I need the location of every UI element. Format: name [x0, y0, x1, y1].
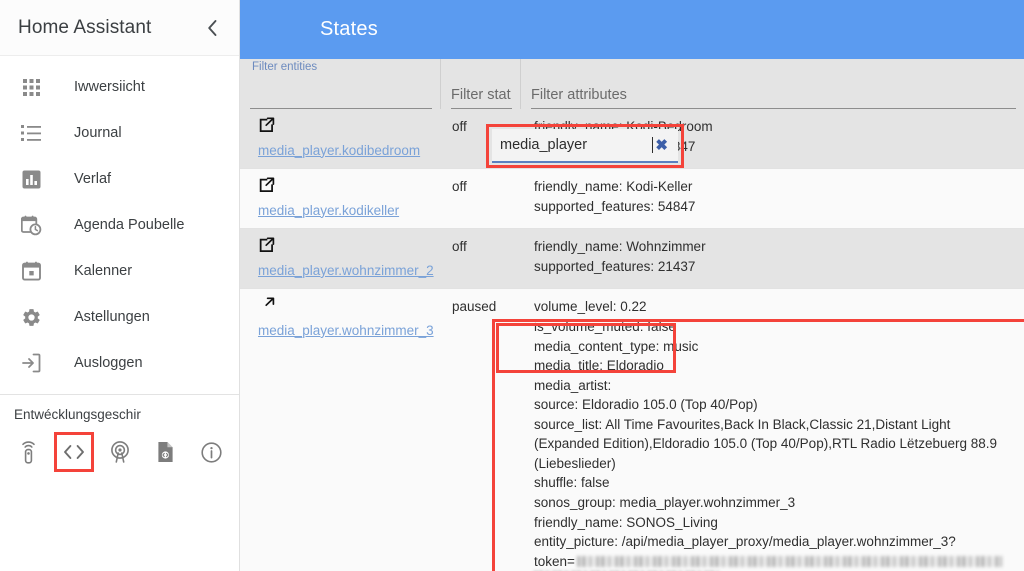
sidebar-item-label: Journal: [74, 125, 122, 141]
attribute-line: supported_features: 54847: [534, 198, 696, 214]
list-icon: [18, 120, 44, 146]
entity-cell: media_player.wohnzimmer_3: [240, 289, 440, 571]
open-external-icon[interactable]: [258, 297, 430, 320]
attributes-cell: volume_level: 0.22 is_volume_muted: fals…: [520, 289, 1024, 571]
developer-tools-title: Entwécklungsgeschir: [14, 407, 141, 422]
attribute-line: is_volume_muted: false: [534, 318, 676, 334]
attribute-line: shuffle: false: [534, 475, 610, 491]
attribute-line: source: Eldoradio 105.0 (Top 40/Pop): [534, 397, 758, 413]
attribute-line: friendly_name: SONOS_Living: [534, 514, 718, 530]
entity-link[interactable]: media_player.wohnzimmer_3: [258, 321, 434, 341]
state-value: paused: [452, 299, 497, 315]
table-row[interactable]: media_player.kodikeller off friendly_nam…: [240, 169, 1024, 230]
chevron-left-icon[interactable]: [199, 15, 225, 41]
sidebar-item-label: Astellungen: [74, 309, 150, 325]
search-input-value: media_player: [500, 137, 588, 153]
attribute-line: media_content_type: music: [534, 338, 699, 354]
entity-link[interactable]: media_player.kodikeller: [258, 201, 430, 221]
state-value: off: [452, 239, 467, 255]
sidebar-item-ausloggen[interactable]: Ausloggen: [0, 340, 239, 386]
token-redacted-block: [576, 555, 1002, 567]
sidebar-item-label: Verlaf: [74, 171, 112, 187]
attribute-line: media_artist:: [534, 377, 612, 393]
entity-link[interactable]: media_player.wohnzimmer_2: [258, 261, 434, 281]
state-value: off: [452, 179, 467, 195]
grid-icon: [18, 74, 44, 100]
gear-icon: [18, 304, 44, 330]
attributes-cell: friendly_name: Wohnzimmer supported_feat…: [520, 229, 1024, 288]
sidebar-item-astellungen[interactable]: Astellungen: [0, 294, 239, 340]
attribute-line: media_title: Eldoradio: [534, 358, 664, 374]
search-input[interactable]: media_player ✖: [492, 129, 678, 163]
entity-cell: media_player.kodibedroom: [240, 109, 440, 168]
sidebar-item-label: Agenda Poubelle: [74, 217, 185, 233]
entity-link[interactable]: media_player.kodibedroom: [258, 141, 430, 161]
filter-attributes-cell[interactable]: Filter attributes: [520, 59, 1024, 109]
attribute-line: friendly_name: Kodi-Keller: [534, 179, 693, 195]
attribute-line: volume_level: 0.22: [534, 299, 647, 315]
code-icon[interactable]: [53, 432, 94, 472]
attribute-line: supported_features: 21437: [534, 258, 696, 274]
filter-attributes-placeholder: Filter attributes: [531, 87, 627, 103]
close-icon[interactable]: ✖: [653, 136, 670, 154]
calendar-icon: [18, 258, 44, 284]
sidebar-item-iwwersiicht[interactable]: Iwwersiicht: [0, 64, 239, 110]
developer-tools-icons: [0, 432, 239, 472]
template-icon[interactable]: [147, 434, 183, 470]
developer-tools-section: Entwécklungsgeschir: [0, 395, 239, 472]
attribute-line: sonos_group: media_player.wohnzimmer_3: [534, 495, 796, 510]
attribute-line-token: token=: [534, 552, 1014, 571]
open-external-icon[interactable]: [258, 177, 430, 200]
sidebar-item-kalenner[interactable]: Kalenner: [0, 248, 239, 294]
sidebar-item-label: Iwwersiicht: [74, 79, 145, 95]
calendar-clock-icon: [18, 212, 44, 238]
main-content: States Filter entities Filter stat… Filt…: [240, 0, 1024, 571]
attribute-line: source_list: All Time Favourites,Back In…: [534, 416, 1001, 471]
attribute-line: friendly_name: Wohnzimmer: [534, 239, 706, 255]
broadcast-icon[interactable]: [102, 434, 138, 470]
states-table: Filter entities Filter stat… Filter attr…: [240, 59, 1024, 571]
page-title: States: [320, 18, 378, 40]
remote-icon[interactable]: [10, 434, 46, 470]
filter-entities-label: Filter entities: [252, 61, 318, 73]
sidebar-item-label: Kalenner: [74, 263, 133, 279]
attributes-cell: friendly_name: Kodi-Keller supported_fea…: [520, 169, 1024, 228]
open-external-icon[interactable]: [258, 117, 430, 140]
sidebar: Home Assistant Iwwersiicht Journal Verla…: [0, 0, 240, 571]
info-icon[interactable]: [193, 434, 229, 470]
logout-icon: [18, 350, 44, 376]
filter-state-cell[interactable]: Filter stat…: [440, 59, 520, 109]
table-row-selected[interactable]: media_player.wohnzimmer_3 paused volume_…: [240, 289, 1024, 571]
filter-state-placeholder: Filter stat…: [451, 87, 512, 103]
open-external-icon[interactable]: [258, 237, 430, 260]
sidebar-nav: Iwwersiicht Journal Verlaf Agenda Poubel…: [0, 56, 239, 472]
attribute-line: entity_picture: /api/media_player_proxy/…: [534, 534, 956, 550]
top-app-bar: States: [240, 0, 1024, 59]
entity-cell: media_player.kodikeller: [240, 169, 440, 228]
sidebar-item-label: Ausloggen: [74, 355, 143, 371]
app-title: Home Assistant: [18, 16, 152, 38]
filter-row: Filter entities Filter stat… Filter attr…: [240, 59, 1024, 109]
token-label: token=: [534, 553, 575, 569]
chart-bar-icon: [18, 166, 44, 192]
filter-entities-cell: Filter entities: [240, 59, 440, 109]
sidebar-item-agenda-poubelle[interactable]: Agenda Poubelle: [0, 202, 239, 248]
sidebar-item-verlaf[interactable]: Verlaf: [0, 156, 239, 202]
table-row[interactable]: media_player.wohnzimmer_2 off friendly_n…: [240, 229, 1024, 290]
sidebar-item-journal[interactable]: Journal: [0, 110, 239, 156]
entity-cell: media_player.wohnzimmer_2: [240, 229, 440, 288]
home-assistant-states-page: Home Assistant Iwwersiicht Journal Verla…: [0, 0, 1024, 571]
sidebar-header: Home Assistant: [0, 0, 239, 56]
